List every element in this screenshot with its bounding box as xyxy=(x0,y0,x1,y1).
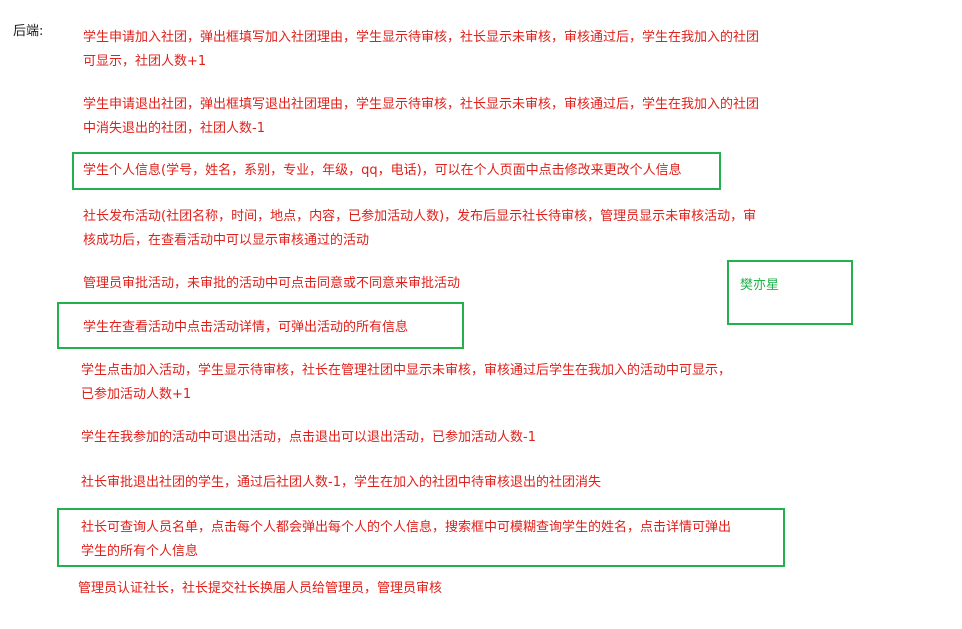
note-line: 管理员审批活动，未审批的活动中可点击同意或不同意来审批活动 xyxy=(83,276,461,291)
note-line: 学生的所有个人信息 xyxy=(81,544,199,559)
note-line: 学生个人信息(学号，姓名，系别，专业，年级，qq，电话)，可以在个人页面中点击修… xyxy=(83,163,682,178)
note-line: 学生申请加入社团，弹出框填写加入社团理由，学生显示待审核，社长显示未审核，审核通… xyxy=(83,30,760,45)
note-line: 学生在我参加的活动中可退出活动，点击退出可以退出活动，已参加活动人数-1 xyxy=(81,430,536,445)
note-publish-activity: 社长发布活动(社团名称，时间，地点，内容，已参加活动人数)，发布后显示社长待审核… xyxy=(83,205,756,253)
name-tag: 樊亦星 xyxy=(740,278,780,293)
note-line: 已参加活动人数+1 xyxy=(81,387,192,402)
note-line: 社长可查询人员名单，点击每个人都会弹出每个人的个人信息，搜索框中可模糊查询学生的… xyxy=(81,520,732,535)
note-join-activity: 学生点击加入活动，学生显示待审核，社长在管理社团中显示未审核，审核通过后学生在我… xyxy=(81,359,731,407)
note-line: 中消失退出的社团，社团人数-1 xyxy=(83,121,265,136)
note-approve-activity: 管理员审批活动，未审批的活动中可点击同意或不同意来审批活动 xyxy=(83,272,460,296)
heading-label: 后端: xyxy=(13,24,44,39)
note-leave-activity: 学生在我参加的活动中可退出活动，点击退出可以退出活动，已参加活动人数-1 xyxy=(81,426,536,450)
note-line: 学生点击加入活动，学生显示待审核，社长在管理社团中显示未审核，审核通过后学生在我… xyxy=(81,363,732,378)
note-certify-president: 管理员认证社长，社长提交社长换届人员给管理员，管理员审核 xyxy=(78,577,442,601)
note-join-club: 学生申请加入社团，弹出框填写加入社团理由，学生显示待审核，社长显示未审核，审核通… xyxy=(83,26,759,74)
note-activity-detail: 学生在查看活动中点击活动详情，可弹出活动的所有信息 xyxy=(83,316,408,340)
note-line: 社长审批退出社团的学生，通过后社团人数-1，学生在加入的社团中待审核退出的社团消… xyxy=(81,475,601,490)
note-line: 学生在查看活动中点击活动详情，可弹出活动的所有信息 xyxy=(83,320,409,335)
note-approve-leave: 社长审批退出社团的学生，通过后社团人数-1，学生在加入的社团中待审核退出的社团消… xyxy=(81,471,601,495)
note-student-profile: 学生个人信息(学号，姓名，系别，专业，年级，qq，电话)，可以在个人页面中点击修… xyxy=(83,159,682,183)
note-member-query: 社长可查询人员名单，点击每个人都会弹出每个人的个人信息，搜索框中可模糊查询学生的… xyxy=(81,516,731,564)
note-line: 可显示，社团人数+1 xyxy=(83,54,207,69)
note-line: 核成功后，在查看活动中可以显示审核通过的活动 xyxy=(83,233,370,248)
note-line: 管理员认证社长，社长提交社长换届人员给管理员，管理员审核 xyxy=(78,581,443,596)
note-line: 学生申请退出社团，弹出框填写退出社团理由，学生显示待审核，社长显示未审核，审核通… xyxy=(83,97,760,112)
note-line: 社长发布活动(社团名称，时间，地点，内容，已参加活动人数)，发布后显示社长待审核… xyxy=(83,209,757,224)
note-leave-club: 学生申请退出社团，弹出框填写退出社团理由，学生显示待审核，社长显示未审核，审核通… xyxy=(83,93,759,141)
